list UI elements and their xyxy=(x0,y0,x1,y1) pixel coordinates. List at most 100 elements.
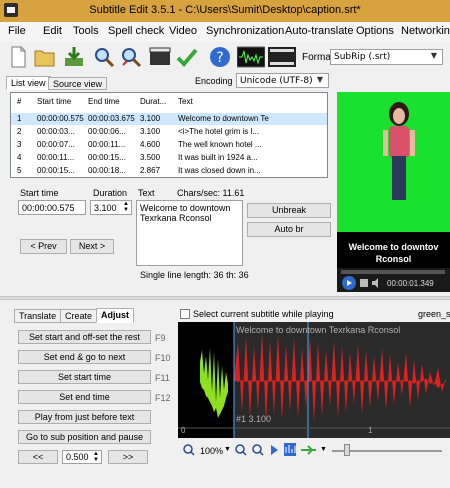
new-file-icon[interactable] xyxy=(6,45,30,69)
subtitle-list[interactable]: # Start time End time Durat... Text 1 00… xyxy=(10,92,328,178)
zoom-level[interactable]: 100% xyxy=(200,446,223,456)
volume-icon[interactable] xyxy=(371,278,383,288)
waveform-subtitle-text: Welcome to downtown Texrkana Rconsol xyxy=(236,325,401,335)
help-icon[interactable]: ? xyxy=(208,45,232,69)
arrow-right-icon[interactable] xyxy=(300,444,318,456)
table-row[interactable]: 4 00:00:11... 00:00:15... 3.500 It was b… xyxy=(11,152,327,164)
replace-icon[interactable] xyxy=(119,45,143,69)
row-number: 2 xyxy=(17,127,22,136)
table-row[interactable]: 3 00:00:07... 00:00:11... 4.600 The well… xyxy=(11,139,327,151)
video-controls: 00:00:01.349 xyxy=(337,268,450,292)
stop-icon[interactable] xyxy=(359,278,369,288)
zoom-in-icon[interactable] xyxy=(235,444,247,456)
table-row[interactable]: 2 00:00:03... 00:00:06... 3.100 <i>The h… xyxy=(11,126,327,138)
row-number: 1 xyxy=(17,114,22,123)
select-current-checkbox[interactable] xyxy=(180,309,190,319)
row-duration: 3.500 xyxy=(140,153,161,162)
row-start: 00:00:11... xyxy=(37,153,75,162)
set-start-offset-button[interactable]: Set start and off-set the rest xyxy=(18,330,151,344)
tab-translate[interactable]: Translate xyxy=(14,309,62,323)
spinner-icon[interactable]: ▲ ▼ xyxy=(93,451,99,463)
video-player[interactable]: Welcome to downtov Rconsol 00:00:01.349 xyxy=(337,92,450,292)
menu-auto-translate[interactable]: Auto-translate xyxy=(285,25,353,37)
format-select[interactable]: SubRip (.srt) ▼ xyxy=(330,49,443,65)
play-icon[interactable] xyxy=(341,276,357,290)
menu-edit[interactable]: Edit xyxy=(43,25,62,37)
find-icon[interactable] xyxy=(92,45,116,69)
video-toggle-icon[interactable] xyxy=(268,45,296,69)
chevron-down-icon[interactable]: ▼ xyxy=(224,446,231,453)
text-label: Text xyxy=(138,188,155,198)
video-time: 00:00:01.349 xyxy=(387,279,434,288)
unbreak-button[interactable]: Unbreak xyxy=(247,203,331,218)
col-number[interactable]: # xyxy=(17,97,21,106)
tab-create[interactable]: Create xyxy=(60,309,98,323)
tab-source-view[interactable]: Source view xyxy=(48,77,108,90)
tab-list-view[interactable]: List view xyxy=(6,76,51,90)
set-start-time-button[interactable]: Set start time xyxy=(18,370,151,384)
row-number: 3 xyxy=(17,140,22,149)
spinner-icon[interactable]: ▲ ▼ xyxy=(123,201,129,213)
menu-synchronization[interactable]: Synchronization xyxy=(206,25,284,37)
menu-networking[interactable]: Networking xyxy=(401,25,450,37)
go-to-sub-pause-button[interactable]: Go to sub position and pause xyxy=(18,430,151,444)
next-button[interactable]: Next > xyxy=(70,239,114,254)
waveform-panel[interactable]: Welcome to downtown Texrkana Rconsol #1 … xyxy=(178,322,450,438)
waveform-green-segment xyxy=(200,348,228,418)
start-time-input[interactable]: 00:00:00.575 xyxy=(18,200,86,215)
spectrogram-icon[interactable] xyxy=(284,443,296,456)
duration-input[interactable]: 3.100 ▲ ▼ xyxy=(90,200,132,215)
auto-br-button[interactable]: Auto br xyxy=(247,222,331,237)
table-row[interactable]: 1 00:00:00.575 00:00:03.675 3.100 Welcom… xyxy=(11,113,327,125)
chevron-down-icon[interactable]: ▼ xyxy=(320,446,327,453)
col-end-time[interactable]: End time xyxy=(88,97,120,106)
waveform-red-segment xyxy=(234,332,446,422)
save-download-icon[interactable] xyxy=(62,45,86,69)
start-time-label: Start time xyxy=(20,188,59,198)
tab-adjust[interactable]: Adjust xyxy=(96,308,134,323)
select-current-label: Select current subtitle while playing xyxy=(193,309,334,319)
set-end-go-next-button[interactable]: Set end & go to next xyxy=(18,350,151,364)
play-icon[interactable] xyxy=(269,444,279,456)
video-seek-bar[interactable] xyxy=(341,270,445,274)
waveform-graphic xyxy=(178,322,450,438)
spell-check-icon[interactable] xyxy=(175,45,199,69)
seek-back-button[interactable]: << xyxy=(18,450,58,464)
video-caption-line-1: Welcome to downtov xyxy=(348,242,439,252)
col-duration[interactable]: Durat... xyxy=(140,97,166,106)
encoding-select[interactable]: Unicode (UTF-8) ▼ xyxy=(236,73,329,88)
row-duration: 3.100 xyxy=(140,114,161,123)
slider-thumb[interactable] xyxy=(344,444,350,456)
menu-spell-check[interactable]: Spell check xyxy=(108,25,164,37)
col-text[interactable]: Text xyxy=(178,97,193,106)
subtitle-text-editor[interactable]: Welcome to downtown Texrkana Rconsol xyxy=(136,200,243,266)
splitter[interactable] xyxy=(0,296,450,300)
col-start-time[interactable]: Start time xyxy=(37,97,71,106)
svg-text:?: ? xyxy=(216,50,223,66)
seek-forward-button[interactable]: >> xyxy=(108,450,148,464)
menu-file[interactable]: File xyxy=(8,25,26,37)
row-text: It was closed down in... xyxy=(178,166,261,175)
waveform-tick-1: 1 xyxy=(368,426,373,435)
waveform-toggle-icon[interactable] xyxy=(237,45,265,69)
zoom-icon[interactable] xyxy=(183,444,195,456)
menu-options[interactable]: Options xyxy=(356,25,394,37)
menu-video[interactable]: Video xyxy=(169,25,197,37)
shortcut-f10: F10 xyxy=(155,353,171,363)
row-text: <i>The hotel grim is l... xyxy=(178,127,259,136)
prev-button[interactable]: < Prev xyxy=(20,239,67,254)
menu-tools[interactable]: Tools xyxy=(73,25,99,37)
play-before-text-button[interactable]: Play from just before text xyxy=(18,410,151,424)
title-bar[interactable]: Subtitle Edit 3.5.1 - C:\Users\Sumit\Des… xyxy=(0,0,450,22)
zoom-out-icon[interactable] xyxy=(252,444,264,456)
row-start: 00:00:07... xyxy=(37,140,75,149)
row-end: 00:00:03.675 xyxy=(88,114,135,123)
set-end-time-button[interactable]: Set end time xyxy=(18,390,151,404)
table-row[interactable]: 5 00:00:15... 00:00:18... 2.867 It was c… xyxy=(11,165,327,177)
open-folder-icon[interactable] xyxy=(33,45,57,69)
row-number: 4 xyxy=(17,153,22,162)
visual-sync-icon[interactable] xyxy=(148,45,172,69)
row-end: 00:00:18... xyxy=(88,166,126,175)
seek-amount-input[interactable]: 0.500 ▲ ▼ xyxy=(62,450,102,464)
row-text: The well known hotel ... xyxy=(178,140,262,149)
